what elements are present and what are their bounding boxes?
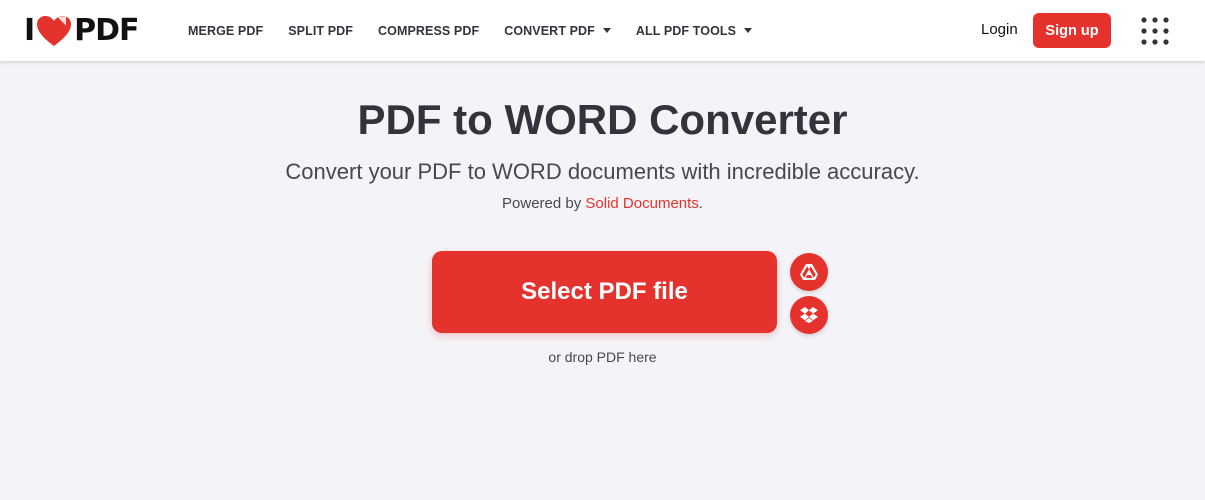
heart-icon bbox=[37, 16, 72, 46]
caret-down-icon bbox=[602, 28, 611, 33]
google-drive-icon bbox=[800, 264, 818, 280]
nav-compress-pdf[interactable]: COMPRESS PDF bbox=[378, 24, 479, 38]
powered-prefix: Powered by bbox=[502, 195, 586, 212]
nav-label: MERGE PDF bbox=[188, 23, 264, 38]
dropbox-button[interactable] bbox=[790, 296, 828, 334]
drop-hint: or drop PDF here bbox=[548, 349, 657, 365]
login-link[interactable]: Login bbox=[981, 21, 1018, 38]
page-title: PDF to WORD Converter bbox=[357, 96, 848, 143]
nav-label: COMPRESS PDF bbox=[378, 23, 480, 38]
nav-label: SPLIT PDF bbox=[288, 23, 354, 38]
logo-text-pdf: PDF bbox=[74, 13, 139, 48]
dropbox-icon bbox=[800, 307, 818, 323]
powered-by: Powered by Solid Documents. bbox=[0, 195, 1205, 212]
main-nav: MERGE PDF SPLIT PDF COMPRESS PDF CONVERT… bbox=[188, 0, 777, 61]
page-subtitle: Convert your PDF to WORD documents with … bbox=[285, 159, 920, 184]
nav-split-pdf[interactable]: SPLIT PDF bbox=[288, 24, 353, 38]
solid-documents-link[interactable]: Solid Documents bbox=[585, 195, 698, 212]
logo-text-i: I bbox=[24, 13, 35, 48]
google-drive-button[interactable] bbox=[790, 253, 828, 291]
nav-merge-pdf[interactable]: MERGE PDF bbox=[188, 24, 263, 38]
signup-button[interactable]: Sign up bbox=[1033, 13, 1111, 48]
apps-grid-icon[interactable] bbox=[1140, 16, 1170, 46]
nav-label: ALL PDF TOOLS bbox=[635, 23, 737, 38]
select-pdf-button[interactable]: Select PDF file bbox=[432, 251, 777, 333]
top-header: I PDF MERGE PDF SPLIT PDF COMPRESS PDF C… bbox=[0, 0, 1205, 61]
nav-convert-pdf[interactable]: CONVERT PDF bbox=[504, 24, 611, 38]
ilovepdf-logo[interactable]: I PDF bbox=[24, 13, 140, 48]
nav-label: CONVERT PDF bbox=[504, 23, 595, 38]
nav-all-pdf-tools[interactable]: ALL PDF TOOLS bbox=[635, 23, 753, 38]
caret-down-icon bbox=[744, 28, 753, 33]
powered-suffix: . bbox=[698, 195, 703, 212]
